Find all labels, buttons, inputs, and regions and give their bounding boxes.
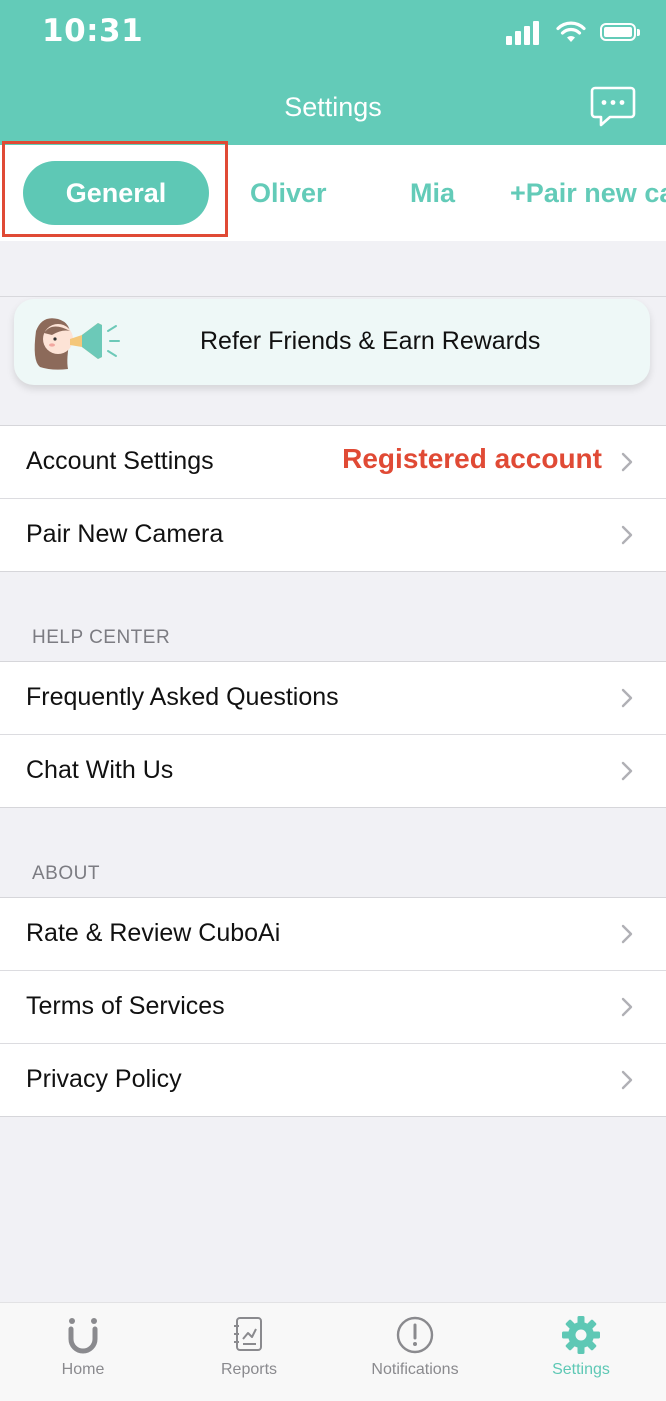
home-u-icon bbox=[68, 1318, 98, 1354]
row-label: Chat With Us bbox=[26, 756, 174, 784]
referral-banner[interactable]: Refer Friends & Earn Rewards bbox=[14, 299, 650, 385]
row-label: Privacy Policy bbox=[26, 1065, 182, 1093]
row-label: Account Settings bbox=[26, 447, 214, 475]
tab-pair-new-camera[interactable]: +Pair new ca bbox=[510, 161, 666, 225]
tab-label: Home bbox=[61, 1361, 105, 1378]
chat-with-us-row[interactable]: Chat With Us bbox=[0, 735, 666, 807]
chevron-right-icon bbox=[621, 761, 633, 781]
tab-settings[interactable]: Settings bbox=[498, 1303, 664, 1401]
row-label: Frequently Asked Questions bbox=[26, 683, 339, 711]
bottom-tab-bar: Home Reports Notifications Settings bbox=[0, 1302, 666, 1401]
chevron-right-icon bbox=[621, 924, 633, 944]
chevron-right-icon bbox=[621, 525, 633, 545]
row-label: Rate & Review CuboAi bbox=[26, 919, 281, 947]
tab-notifications[interactable]: Notifications bbox=[332, 1303, 498, 1401]
status-time: 10:31 bbox=[42, 13, 144, 49]
chevron-right-icon bbox=[621, 1070, 633, 1090]
girl-megaphone-icon bbox=[34, 318, 120, 370]
rate-review-row[interactable]: Rate & Review CuboAi bbox=[0, 898, 666, 971]
highlight-box bbox=[2, 141, 228, 237]
chat-bubble-icon[interactable] bbox=[590, 85, 636, 129]
terms-of-services-row[interactable]: Terms of Services bbox=[0, 971, 666, 1044]
app-header: 10:31 Settings bbox=[0, 0, 666, 145]
about-header: ABOUT bbox=[32, 863, 100, 884]
tab-label: Reports bbox=[220, 1361, 278, 1378]
reports-icon bbox=[234, 1317, 262, 1351]
row-label: Pair New Camera bbox=[26, 520, 224, 548]
status-icons bbox=[506, 16, 640, 48]
faq-row[interactable]: Frequently Asked Questions bbox=[0, 662, 666, 735]
battery-icon bbox=[600, 23, 640, 41]
referral-banner-text: Refer Friends & Earn Rewards bbox=[200, 327, 541, 355]
pair-new-camera-row[interactable]: Pair New Camera bbox=[0, 499, 666, 571]
tab-reports[interactable]: Reports bbox=[166, 1303, 332, 1401]
account-settings-group: Account Settings Registered account Pair… bbox=[0, 425, 666, 572]
gear-icon bbox=[562, 1316, 600, 1354]
tab-mia[interactable]: Mia bbox=[410, 161, 455, 225]
cellular-signal-icon bbox=[506, 19, 542, 45]
help-center-group: Frequently Asked Questions Chat With Us bbox=[0, 661, 666, 808]
page-title: Settings bbox=[284, 92, 382, 122]
chevron-right-icon bbox=[621, 997, 633, 1017]
account-settings-row[interactable]: Account Settings Registered account bbox=[0, 426, 666, 499]
help-center-header: HELP CENTER bbox=[32, 627, 171, 648]
account-status-value: Registered account bbox=[342, 443, 602, 474]
about-group: Rate & Review CuboAi Terms of Services P… bbox=[0, 897, 666, 1117]
wifi-icon bbox=[556, 21, 586, 42]
tab-label: Notifications bbox=[371, 1361, 459, 1378]
tab-home[interactable]: Home bbox=[0, 1303, 166, 1401]
notification-alert-icon bbox=[396, 1316, 434, 1354]
chevron-right-icon bbox=[621, 688, 633, 708]
privacy-policy-row[interactable]: Privacy Policy bbox=[0, 1044, 666, 1116]
tab-label: Settings bbox=[552, 1361, 610, 1378]
referral-section: Refer Friends & Earn Rewards bbox=[0, 296, 666, 407]
row-label: Terms of Services bbox=[26, 992, 225, 1020]
chevron-right-icon bbox=[621, 452, 633, 472]
tab-oliver[interactable]: Oliver bbox=[250, 161, 327, 225]
